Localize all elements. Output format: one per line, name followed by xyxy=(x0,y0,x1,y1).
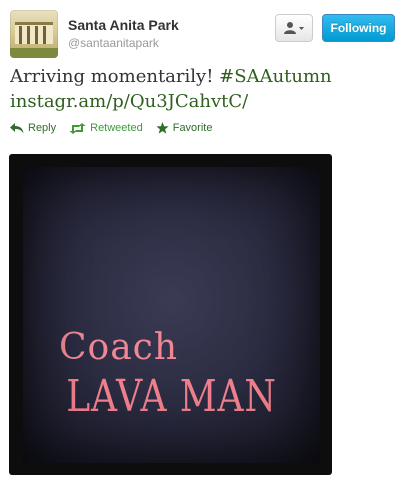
retweeted-label: Retweeted xyxy=(90,122,143,134)
instagram-link[interactable]: instagr.am/p/Qu3JCahvtC/ xyxy=(10,91,248,112)
favorite-action[interactable]: Favorite xyxy=(156,122,213,134)
retweet-icon xyxy=(69,122,86,134)
reply-action[interactable]: Reply xyxy=(10,122,56,134)
avatar-column xyxy=(27,26,30,44)
star-icon xyxy=(156,122,169,134)
tweet-actions: Reply Retweeted Favorite xyxy=(10,122,225,134)
favorite-label: Favorite xyxy=(172,122,213,134)
reply-icon xyxy=(10,122,24,133)
avatar-column xyxy=(19,26,22,44)
photo-vignette xyxy=(23,167,320,463)
following-button[interactable]: Following xyxy=(322,14,395,42)
retweeted-action[interactable]: Retweeted xyxy=(69,122,143,134)
caret-down-icon xyxy=(299,27,304,30)
avatar-ground xyxy=(10,48,58,58)
user-names: Santa Anita Park @santaanitapark xyxy=(68,17,179,51)
tweet-body: Arriving momentarily! xyxy=(10,66,220,87)
avatar-column xyxy=(43,26,46,44)
tweet-header: Santa Anita Park @santaanitapark Followi… xyxy=(10,8,395,58)
user-fullname[interactable]: Santa Anita Park xyxy=(68,17,179,34)
photo-frame[interactable]: Coach LAVA MAN xyxy=(9,154,332,475)
user-screenname[interactable]: @santaanitapark xyxy=(68,35,179,51)
instagram-photo: Coach LAVA MAN xyxy=(23,167,320,463)
tweet-text: Arriving momentarily! #SAAutumn instagr.… xyxy=(10,64,385,114)
reply-label: Reply xyxy=(28,122,57,134)
profile-avatar[interactable] xyxy=(10,10,58,58)
hashtag-link[interactable]: #SAAutumn xyxy=(219,66,332,87)
user-actions-dropdown[interactable] xyxy=(275,14,313,42)
avatar-column xyxy=(35,26,38,44)
person-icon xyxy=(284,22,304,34)
